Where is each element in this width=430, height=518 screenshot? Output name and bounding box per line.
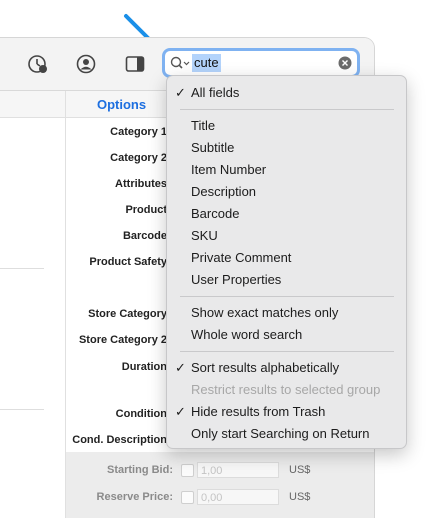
- menu-item-user-properties[interactable]: User Properties: [191, 272, 281, 287]
- checkmark-icon: ✓: [175, 85, 186, 100]
- starting-bid-currency: US$: [289, 464, 311, 476]
- menu-item-hide-trash[interactable]: Hide results from Trash: [191, 404, 325, 419]
- menu-item-subtitle[interactable]: Subtitle: [191, 140, 234, 155]
- form-label-category-1: Category 1: [110, 126, 167, 138]
- form-label-cond-description: Cond. Description: [72, 434, 167, 446]
- menu-item-show-exact-matches[interactable]: Show exact matches only: [191, 305, 338, 320]
- reserve-price-currency: US$: [289, 491, 311, 503]
- clock-alert-icon[interactable]: [27, 53, 49, 75]
- menu-item-title[interactable]: Title: [191, 118, 215, 133]
- menu-item-description[interactable]: Description: [191, 184, 256, 199]
- checkmark-icon: ✓: [175, 360, 186, 375]
- reserve-price-label: Reserve Price:: [96, 491, 173, 503]
- person-icon[interactable]: [75, 53, 97, 75]
- search-input[interactable]: cute: [192, 54, 221, 72]
- sidebar-toggle-icon[interactable]: [124, 53, 146, 75]
- starting-bid-checkbox[interactable]: [181, 464, 194, 477]
- form-label-condition: Condition: [115, 408, 167, 420]
- menu-separator: [180, 109, 394, 110]
- menu-item-restrict-to-group: Restrict results to selected group: [191, 382, 381, 397]
- menu-item-sku[interactable]: SKU: [191, 228, 218, 243]
- menu-item-search-on-return[interactable]: Only start Searching on Return: [191, 426, 369, 441]
- menu-item-barcode[interactable]: Barcode: [191, 206, 239, 221]
- menu-item-private-comment[interactable]: Private Comment: [191, 250, 291, 265]
- search-icon[interactable]: [169, 55, 191, 73]
- form-label-duration: Duration: [121, 361, 167, 373]
- form-label-category-2: Category 2: [110, 152, 167, 164]
- starting-bid-field[interactable]: 1,00: [197, 462, 279, 478]
- pricing-section: Starting Bid: 1,00 US$ Reserve Price: 0,…: [66, 452, 374, 518]
- left-pane-header: [0, 91, 65, 118]
- form-label-attributes: Attributes: [115, 178, 167, 190]
- divider: [0, 409, 44, 410]
- reserve-price-field[interactable]: 0,00: [197, 489, 279, 505]
- checkmark-icon: ✓: [175, 404, 186, 419]
- form-label-product-safety: Product Safety: [89, 256, 167, 268]
- options-tab-label: Options: [97, 97, 147, 112]
- menu-separator: [180, 296, 394, 297]
- form-label-store-category: Store Category: [88, 308, 167, 320]
- starting-bid-label: Starting Bid:: [107, 464, 173, 476]
- search-field[interactable]: cute: [162, 48, 360, 78]
- menu-item-sort-alphabetically[interactable]: Sort results alphabetically: [191, 360, 339, 375]
- divider: [0, 268, 44, 269]
- search-options-menu: ✓ All fields Title Subtitle Item Number …: [166, 75, 407, 449]
- menu-item-all-fields[interactable]: All fields: [191, 85, 239, 100]
- clear-search-icon[interactable]: [338, 56, 352, 70]
- form-label-barcode: Barcode: [122, 230, 167, 242]
- menu-separator: [180, 351, 394, 352]
- reserve-price-checkbox[interactable]: [181, 491, 194, 504]
- menu-item-item-number[interactable]: Item Number: [191, 162, 266, 177]
- form-label-product: Product: [125, 204, 167, 216]
- left-pane: [0, 91, 66, 518]
- form-label-store-category-2: Store Category 2: [78, 334, 167, 346]
- menu-item-whole-word-search[interactable]: Whole word search: [191, 327, 302, 342]
